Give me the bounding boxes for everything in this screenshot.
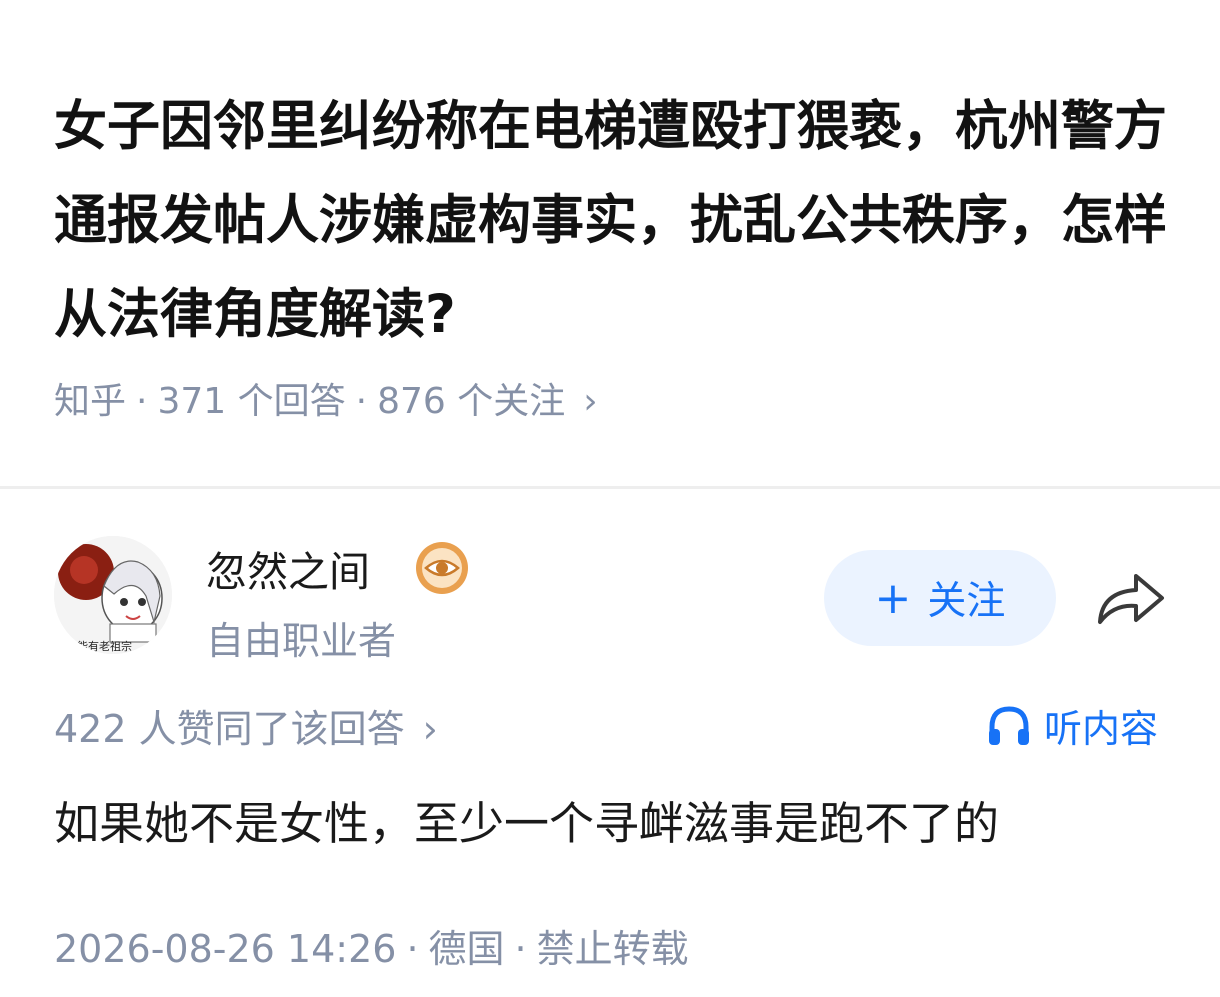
eye-badge-icon: [416, 542, 468, 594]
follower-count: 876 个关注: [377, 381, 566, 422]
copyright-notice: 禁止转载: [536, 927, 689, 971]
answer-location: 德国: [428, 927, 505, 971]
source-label: 知乎: [54, 381, 127, 422]
plus-icon: +: [874, 572, 912, 624]
upvote-count[interactable]: 422 人赞同了该回答 ›: [54, 698, 438, 753]
avatar[interactable]: 不能有老祖宗: [54, 536, 172, 654]
author-name[interactable]: 忽然之间: [206, 538, 370, 598]
listen-label: 听内容: [1044, 707, 1159, 751]
avatar-caption: 不能有老祖宗: [66, 640, 132, 653]
chevron-right-icon: ›: [583, 381, 598, 422]
meta-separator: ·: [355, 381, 368, 422]
section-divider: [0, 486, 1220, 489]
question-meta[interactable]: 知乎 · 371 个回答 · 876 个关注 ›: [54, 372, 598, 424]
share-arrow-icon[interactable]: [1094, 568, 1166, 628]
meta-separator: ·: [136, 381, 148, 422]
footer-separator: ·: [514, 927, 527, 971]
listen-button[interactable]: 听内容: [986, 698, 1158, 753]
headphones-icon: [989, 705, 1029, 745]
upvote-label: 422 人赞同了该回答: [54, 707, 405, 751]
follow-label: 关注: [927, 579, 1006, 624]
chevron-right-icon: ›: [422, 707, 438, 751]
author-occupation: 自由职业者: [206, 619, 397, 663]
question-title: 女子因邻里纠纷称在电梯遭殴打猥亵，杭州警方通报发帖人涉嫌虚构事实，扰乱公共秩序，…: [54, 96, 1167, 345]
answer-count: 371 个回答: [157, 381, 346, 422]
answer-date: 2026-08-26 14:26: [54, 927, 397, 971]
answer-footer: 2026-08-26 14:26 · 德国 · 禁止转载: [54, 918, 689, 973]
avatar-image: [54, 536, 172, 654]
answer-content: 如果她不是女性，至少一个寻衅滋事是跑不了的: [54, 797, 1000, 850]
footer-separator: ·: [406, 927, 419, 971]
follow-button[interactable]: + 关注: [824, 550, 1056, 646]
